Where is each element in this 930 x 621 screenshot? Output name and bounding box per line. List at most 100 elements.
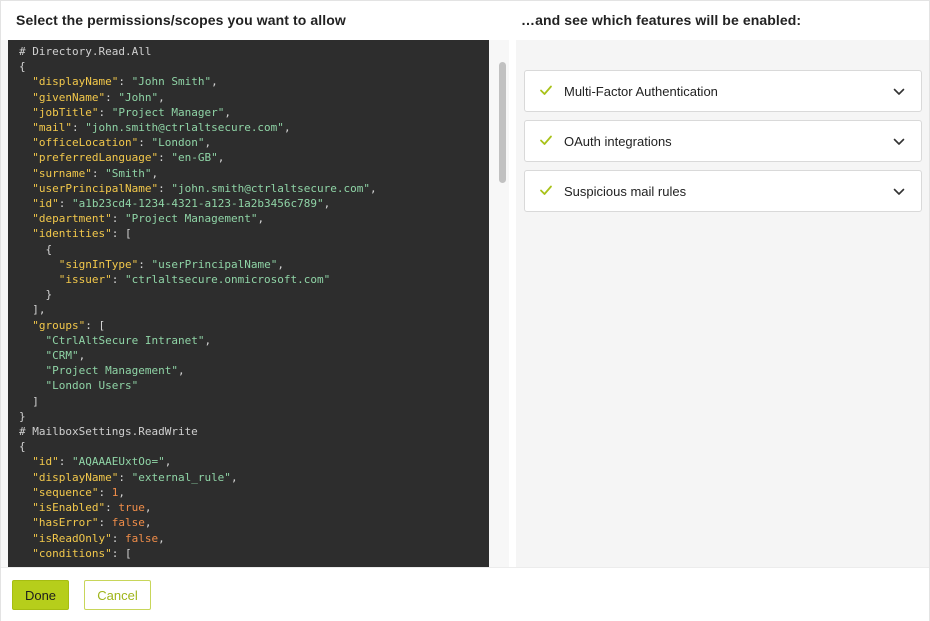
code-token: , — [224, 105, 231, 119]
code-token: , — [158, 90, 165, 104]
code-token: , — [78, 349, 86, 363]
code-token: , — [283, 121, 291, 135]
code-token: : — [118, 470, 132, 484]
code-token: } — [19, 409, 26, 423]
code-token: "department" — [32, 212, 112, 226]
done-button[interactable]: Done — [12, 580, 69, 610]
code-token: "displayName" — [32, 75, 119, 89]
check-icon — [540, 85, 552, 95]
code-token: "identities" — [32, 227, 112, 241]
code-token: : — [105, 501, 119, 515]
code-token: ], — [19, 303, 46, 317]
code-line: "signInType": "userPrincipalName", — [19, 257, 377, 272]
code-line: "jobTitle": "Project Manager", — [19, 105, 377, 120]
code-line: # MailboxSettings.ReadWrite — [19, 424, 377, 439]
code-token: , — [204, 333, 212, 347]
code-token: , — [257, 212, 265, 226]
feature-label: Multi-Factor Authentication — [564, 84, 718, 99]
code-token: "isEnabled" — [32, 501, 106, 515]
code-line: } — [19, 287, 377, 302]
code-token: "en-GB" — [171, 151, 218, 165]
code-line: { — [19, 242, 377, 257]
permissions-pane: # Directory.Read.All { "displayName": "Jo… — [1, 40, 509, 567]
code-token: , — [177, 364, 185, 378]
feature-item-mail-rules[interactable]: Suspicious mail rules — [524, 170, 922, 212]
feature-item-mfa[interactable]: Multi-Factor Authentication — [524, 70, 922, 112]
code-line: "Project Management", — [19, 363, 377, 378]
features-heading: …and see which features will be enabled: — [521, 12, 802, 28]
code-token: : — [111, 273, 125, 287]
code-line: "CtrlAltSecure Intranet", — [19, 333, 377, 348]
json-preview: # Directory.Read.All { "displayName": "Jo… — [19, 44, 377, 561]
code-token: "mail" — [32, 121, 72, 135]
permissions-heading: Select the permissions/scopes you want t… — [16, 12, 346, 28]
code-token: "preferredLanguage" — [32, 151, 159, 165]
code-token: "id" — [32, 197, 59, 211]
code-token: : — [98, 485, 112, 499]
code-line: "userPrincipalName": "john.smith@ctrlalt… — [19, 181, 376, 196]
code-token: : — [91, 166, 106, 180]
code-token: ] — [19, 394, 39, 408]
check-icon — [540, 185, 552, 195]
code-line: ] — [19, 394, 377, 409]
code-token: "Project Management" — [124, 212, 258, 226]
chevron-down-icon[interactable] — [893, 86, 905, 98]
code-token: "Project Manager" — [111, 105, 225, 119]
code-scrollbar[interactable] — [497, 40, 509, 567]
code-token: , — [144, 516, 152, 530]
dialog-header: Select the permissions/scopes you want t… — [1, 1, 929, 40]
code-line: "department": "Project Management", — [19, 211, 377, 226]
code-token: : — [158, 181, 172, 195]
code-line: } — [19, 409, 377, 424]
code-token: "jobTitle" — [32, 105, 99, 119]
code-line: "givenName": "John", — [19, 90, 377, 105]
code-token: "displayName" — [32, 470, 119, 484]
code-token: # MailboxSettings.ReadWrite — [19, 425, 198, 439]
cancel-button[interactable]: Cancel — [84, 580, 151, 610]
code-line: "isReadOnly": false, — [19, 531, 377, 546]
feature-item-oauth[interactable]: OAuth integrations — [524, 120, 922, 162]
code-token: , — [164, 455, 172, 469]
code-token: # Directory.Read.All — [19, 45, 152, 58]
chevron-down-icon[interactable] — [893, 186, 905, 198]
permissions-code-block[interactable]: # Directory.Read.All { "displayName": "Jo… — [8, 40, 489, 567]
code-token: "conditions" — [32, 546, 112, 560]
code-token: "CRM" — [45, 349, 79, 363]
code-token: : — [118, 75, 132, 89]
code-token: , — [118, 485, 125, 499]
code-token: : — [158, 151, 172, 165]
code-line: "surname": "Smith", — [19, 166, 377, 181]
code-token: "givenName" — [32, 90, 106, 104]
code-line: "London Users" — [19, 378, 377, 393]
code-token: , — [151, 166, 159, 180]
code-token: "userPrincipalName" — [151, 257, 278, 271]
code-line: "isEnabled": true, — [19, 500, 377, 515]
code-token: "London" — [151, 136, 205, 150]
code-token: , — [230, 470, 238, 484]
code-token: , — [144, 501, 152, 515]
code-scrollbar-thumb[interactable] — [499, 62, 506, 183]
code-token: "CtrlAltSecure Intranet" — [45, 333, 205, 347]
code-token: "external_rule" — [131, 470, 231, 484]
code-token: : — [105, 90, 119, 104]
code-token: : — [111, 212, 125, 226]
code-token: "Project Management" — [45, 364, 178, 378]
code-token: , — [217, 151, 225, 165]
code-token: "Smith" — [105, 166, 152, 180]
chevron-down-icon[interactable] — [893, 136, 905, 148]
